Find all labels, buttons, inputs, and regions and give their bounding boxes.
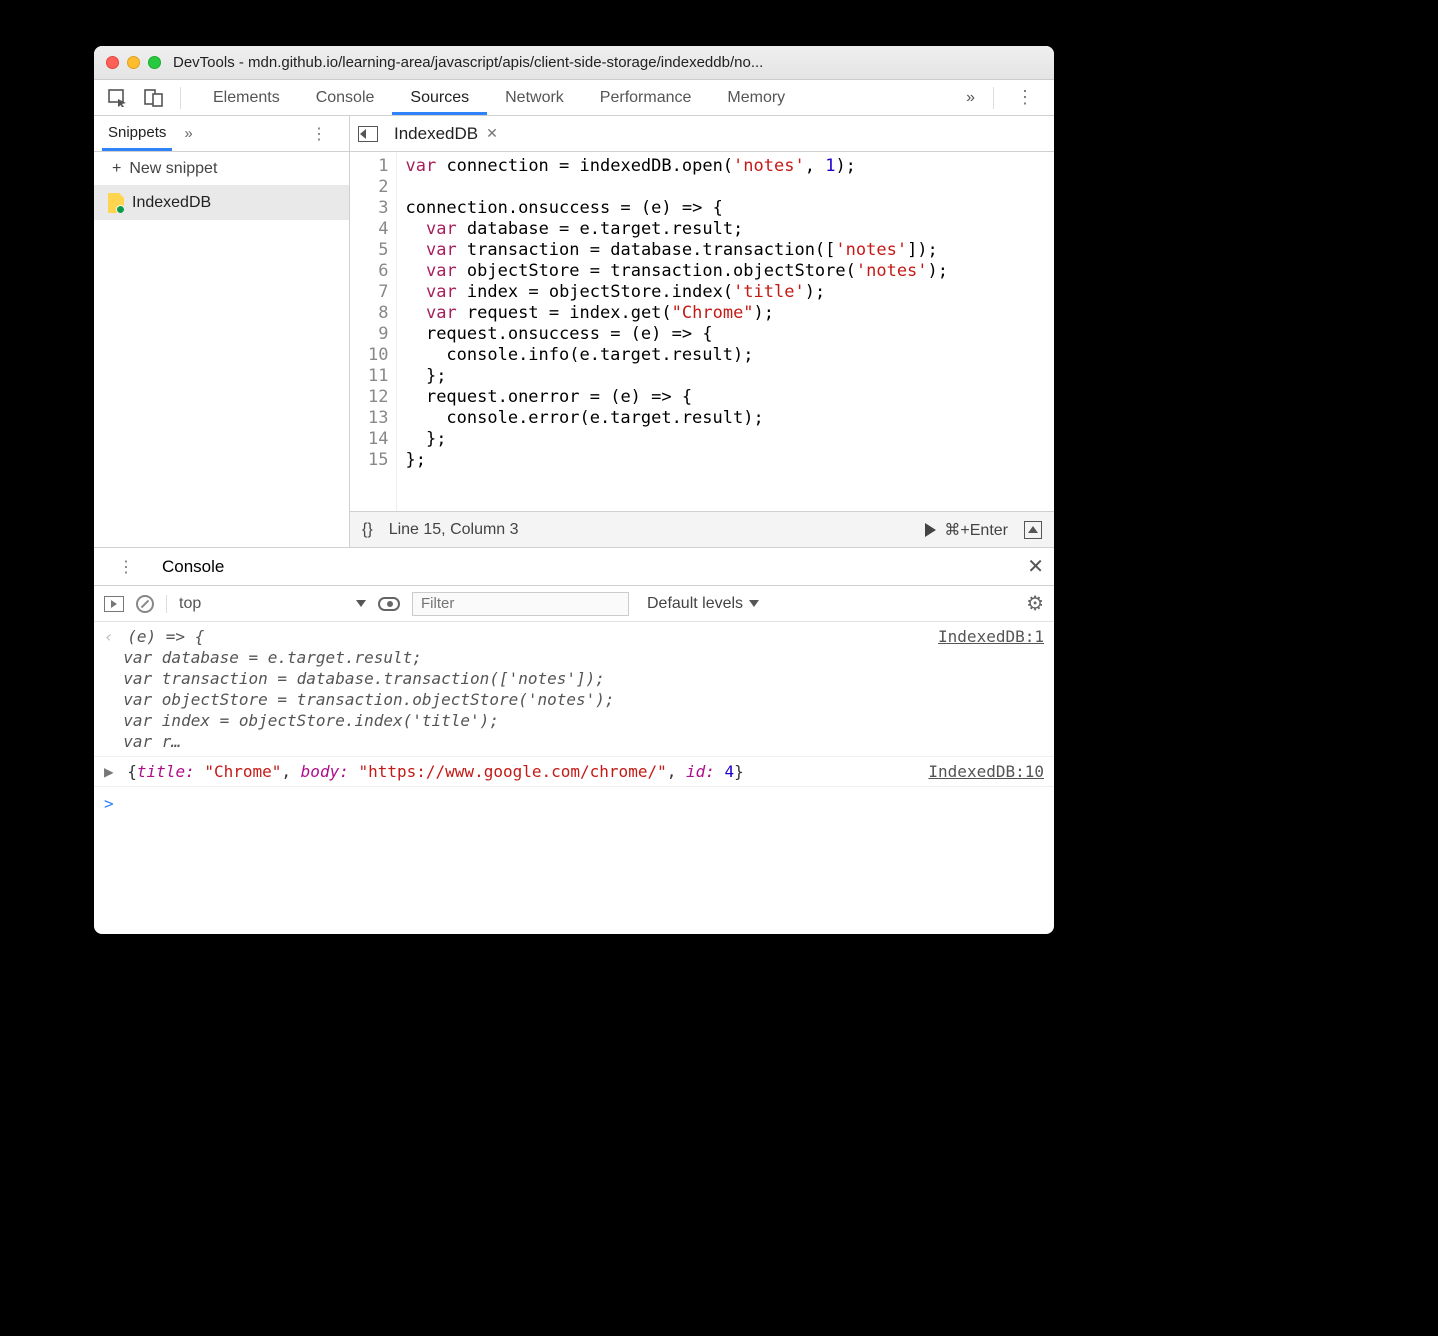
navigator-sidebar: Snippets » ⋮ + New snippet IndexedDB — [94, 116, 350, 547]
window-title: DevTools - mdn.github.io/learning-area/j… — [173, 54, 1042, 71]
snippet-name: IndexedDB — [132, 194, 211, 212]
sources-panel: Snippets » ⋮ + New snippet IndexedDB — [94, 116, 1054, 934]
message-source-link[interactable]: IndexedDB:1 — [928, 626, 1044, 752]
drawer-menu-icon[interactable]: ⋮ — [104, 553, 148, 581]
chevron-down-icon — [749, 600, 759, 607]
divider — [993, 87, 994, 109]
tab-elements[interactable]: Elements — [195, 81, 298, 115]
line-gutter: 123456789101112131415 — [350, 152, 397, 511]
message-source-link[interactable]: IndexedDB:10 — [918, 761, 1044, 782]
settings-menu-icon[interactable]: ⋮ — [1002, 83, 1048, 112]
close-tab-icon[interactable]: ✕ — [486, 125, 498, 142]
device-toolbar-icon[interactable] — [136, 85, 172, 111]
console-settings-icon[interactable]: ⚙ — [1026, 591, 1044, 616]
code-content[interactable]: var connection = indexedDB.open('notes',… — [397, 152, 956, 511]
console-prompt[interactable]: > — [94, 787, 1054, 820]
tab-memory[interactable]: Memory — [709, 81, 803, 115]
context-label: top — [179, 595, 201, 613]
navigator-menu-icon[interactable]: ⋮ — [297, 120, 341, 148]
chevron-down-icon — [356, 600, 366, 607]
new-snippet-label: New snippet — [129, 160, 217, 178]
close-drawer-icon[interactable]: ✕ — [1027, 554, 1044, 579]
zoom-window-button[interactable] — [148, 56, 161, 69]
close-window-button[interactable] — [106, 56, 119, 69]
levels-label: Default levels — [647, 595, 743, 613]
new-snippet-button[interactable]: + New snippet — [94, 152, 349, 186]
log-levels-selector[interactable]: Default levels — [647, 595, 759, 613]
run-hint: ⌘+Enter — [944, 520, 1008, 540]
editor-tab[interactable]: IndexedDB ✕ — [386, 119, 506, 149]
navigator-tabs: Snippets » ⋮ — [94, 116, 349, 152]
cursor-position: Line 15, Column 3 — [389, 521, 519, 539]
console-messages[interactable]: ‹ (e) => { var database = e.target.resul… — [94, 622, 1054, 934]
snippet-item[interactable]: IndexedDB — [94, 186, 349, 220]
snippet-list: IndexedDB — [94, 186, 349, 547]
snippet-file-icon — [108, 193, 124, 213]
minimize-window-button[interactable] — [127, 56, 140, 69]
tab-sources[interactable]: Sources — [392, 81, 487, 115]
editor-tab-name: IndexedDB — [394, 124, 478, 144]
sources-upper: Snippets » ⋮ + New snippet IndexedDB — [94, 116, 1054, 548]
run-snippet-button[interactable]: ⌘+Enter — [925, 520, 1008, 540]
live-expression-icon[interactable] — [378, 597, 400, 611]
more-tabs-icon[interactable]: » — [956, 85, 985, 111]
console-drawer: ⋮ Console ✕ top Default levels ⚙ ‹ — [94, 548, 1054, 934]
clear-console-icon[interactable] — [136, 595, 154, 613]
play-icon — [925, 523, 936, 537]
expand-object-icon[interactable]: ▶ — [104, 762, 127, 781]
main-tabstrip: Elements Console Sources Network Perform… — [94, 80, 1054, 116]
toggle-debugger-sidebar-icon[interactable] — [1024, 521, 1042, 539]
drawer-tab-console[interactable]: Console — [162, 557, 224, 577]
editor-pane: IndexedDB ✕ 123456789101112131415 var co… — [350, 116, 1054, 547]
more-navigator-tabs-icon[interactable]: » — [184, 125, 192, 142]
devtools-window: DevTools - mdn.github.io/learning-area/j… — [94, 46, 1054, 934]
tab-console[interactable]: Console — [298, 81, 393, 115]
editor-statusbar: {} Line 15, Column 3 ⌘+Enter — [350, 511, 1054, 547]
toggle-navigator-icon[interactable] — [358, 126, 378, 142]
tab-performance[interactable]: Performance — [582, 81, 710, 115]
inspect-element-icon[interactable] — [100, 85, 136, 111]
console-toolbar: top Default levels ⚙ — [94, 586, 1054, 622]
console-row[interactable]: ‹ (e) => { var database = e.target.resul… — [94, 622, 1054, 757]
pretty-print-icon[interactable]: {} — [362, 521, 373, 539]
context-selector[interactable]: top — [166, 595, 366, 613]
filter-input[interactable] — [412, 592, 629, 616]
plus-icon: + — [112, 160, 121, 178]
titlebar: DevTools - mdn.github.io/learning-area/j… — [94, 46, 1054, 80]
traffic-lights — [106, 56, 161, 69]
tab-snippets[interactable]: Snippets — [102, 117, 172, 151]
drawer-header: ⋮ Console ✕ — [94, 548, 1054, 586]
editor-tabstrip: IndexedDB ✕ — [350, 116, 1054, 152]
tab-network[interactable]: Network — [487, 81, 582, 115]
code-editor[interactable]: 123456789101112131415 var connection = i… — [350, 152, 1054, 511]
divider — [180, 87, 181, 109]
toggle-console-sidebar-icon[interactable] — [104, 596, 124, 612]
panel-tabs: Elements Console Sources Network Perform… — [195, 81, 956, 115]
console-row[interactable]: ▶ {title: "Chrome", body: "https://www.g… — [94, 757, 1054, 787]
